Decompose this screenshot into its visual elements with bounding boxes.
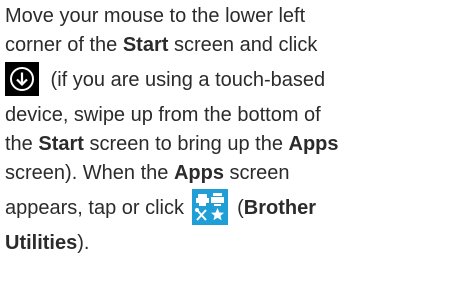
- text-run: (if you are using a touch-based: [45, 69, 326, 91]
- start-screen-term: Start: [38, 133, 84, 155]
- text-line: screen). When the Apps screen: [5, 159, 451, 188]
- text-run: Move your mouse to the lower left: [5, 5, 306, 27]
- down-arrow-circle-icon: [5, 61, 39, 96]
- apps-screen-term: Apps: [173, 162, 224, 184]
- text-run: the: [5, 133, 39, 155]
- start-screen-term: Start: [122, 34, 169, 56]
- instruction-paragraph: Move your mouse to the lower left corner…: [5, 2, 451, 258]
- text-line: (if you are using a touch-based: [5, 60, 451, 101]
- text-line: appears, tap or click (Brother: [5, 188, 451, 229]
- text-run: screen: [223, 162, 290, 184]
- text-run: appears, tap or click: [5, 197, 190, 219]
- apps-screen-term: Apps: [288, 133, 339, 155]
- text-run: screen). When the: [5, 162, 174, 184]
- text-run: ).: [77, 232, 90, 254]
- text-run: screen to bring up the: [83, 133, 289, 155]
- text-line: Utilities).: [5, 229, 451, 258]
- text-line: the Start screen to bring up the Apps: [5, 130, 451, 159]
- utilities-term: Utilities: [5, 232, 78, 254]
- brother-utilities-icon: [191, 188, 228, 225]
- text-run: (: [231, 197, 244, 219]
- text-run: screen and click: [168, 34, 318, 56]
- text-line: corner of the Start screen and click: [5, 31, 451, 60]
- text-run: device, swipe up from the bottom of: [5, 104, 321, 126]
- text-run: corner of the: [5, 34, 123, 56]
- text-line: device, swipe up from the bottom of: [5, 101, 451, 130]
- text-line: Move your mouse to the lower left: [5, 2, 451, 31]
- brother-term: Brother: [243, 197, 316, 219]
